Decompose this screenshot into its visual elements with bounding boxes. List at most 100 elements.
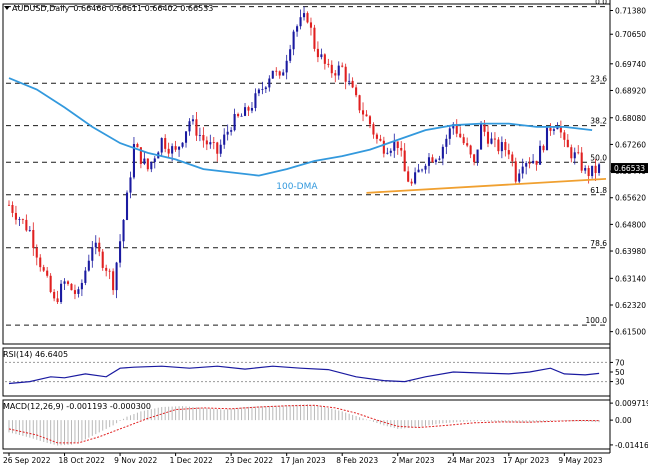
candle-body [49,275,52,292]
candle-body [448,128,451,139]
candle-body [521,166,524,174]
candle-body [46,270,49,276]
price-tick-label: 0.67260 [615,140,646,149]
candle-body [66,281,70,284]
candle-body [191,119,195,122]
support-trend-line [366,177,607,194]
candle-body [94,242,97,248]
candle-body [309,22,313,28]
candle-body [101,251,104,268]
candle-body [414,172,417,184]
candle-body [53,291,56,299]
price-tick-label: 0.65620 [615,194,646,203]
candle-body [219,144,222,154]
candle-body [254,93,257,109]
candle-body [549,127,552,131]
candle-body [396,141,399,148]
candle-body [584,168,587,171]
candle-body [212,142,215,143]
candle-body [462,137,465,144]
time-tick-label: 17 Jan 2023 [281,456,326,465]
price-tick-label: 0.68920 [615,86,646,95]
candle-body [535,160,538,165]
fib-level-label: 38.2 [590,117,607,126]
ma-100-line [8,77,593,177]
candle-body [188,121,191,132]
candle-body [202,135,205,141]
candle-body [261,89,264,90]
candle-body [563,132,566,140]
candle-body [209,142,212,145]
macd-tick-label: 0.009719 [615,399,648,408]
candle-body [372,124,375,135]
candle-body [302,13,306,18]
candle-body [386,152,389,154]
candle-body [56,298,59,303]
candle-body [233,114,236,131]
candle-body [476,149,479,163]
price-tick-label: 0.64800 [615,220,646,229]
rsi-tick-label: 70 [615,358,625,367]
candle-body [431,157,434,163]
candle-body [400,147,403,151]
candle-body [243,107,247,116]
candle-body [424,165,427,170]
candle-body [240,115,243,117]
candle-body [150,161,153,170]
candle-body [296,26,299,32]
time-tick-label: 23 Dec 2022 [225,456,273,465]
candle-body [119,241,122,263]
ma-100-label: 100-DMA [276,182,318,192]
rsi-label: RSI(14) 46.6405 [3,350,68,359]
candle-body [257,89,260,94]
fib-level-label: 100.0 [586,316,608,325]
candle-body [184,131,188,143]
audusd-chart: 0.71380 0.70650 0.69740 0.68920 0.68080 0.672… [2,0,648,465]
fib-level-label: 23.6 [590,74,607,83]
candle-body [98,242,101,252]
candle-body [108,270,111,272]
candle-body [223,134,226,145]
candle-body [539,145,542,165]
price-tick-label: 0.71380 [615,7,646,16]
rsi-tick-label: 30 [615,378,625,387]
candle-body [32,229,35,249]
candle-body [532,160,535,164]
candle-body [434,159,437,163]
candle-body [153,158,156,162]
candle-body [355,87,358,96]
candle-body [417,169,420,173]
candle-body [63,281,66,284]
candle-body [306,13,309,23]
collapse-triangle-icon [4,6,10,10]
candle-body [14,212,17,220]
candle-body [466,143,469,146]
price-tick-label: 0.63140 [615,274,646,283]
candle-body [77,289,80,294]
time-tick-label: 9 Nov 2022 [114,456,157,465]
candle-body [11,205,14,213]
price-tick-label: 0.68080 [615,114,646,123]
candle-body [87,260,90,271]
time-tick-label: 1 Dec 2022 [170,456,213,465]
candle-body [483,123,486,132]
candle-body [292,31,295,50]
candle-body [299,17,302,27]
candle-body [486,131,490,144]
candle-body [125,192,129,220]
time-tick-label: 8 Feb 2023 [336,456,378,465]
candle-body [407,171,410,182]
candle-body [35,248,38,258]
macd-tick-label: -0.014164 [615,441,648,450]
time-tick-label: 18 Oct 2022 [59,456,106,465]
candle-body [205,140,208,145]
candle-body [528,163,531,164]
candle-body [268,78,271,88]
candle-body [160,138,163,153]
candle-body [282,72,285,76]
candle-body [591,165,594,177]
candle-body [271,70,274,79]
candle-body [493,138,496,140]
current-price-label: 0.66533 [614,164,645,173]
price-tick-label: 0.70650 [615,30,646,39]
